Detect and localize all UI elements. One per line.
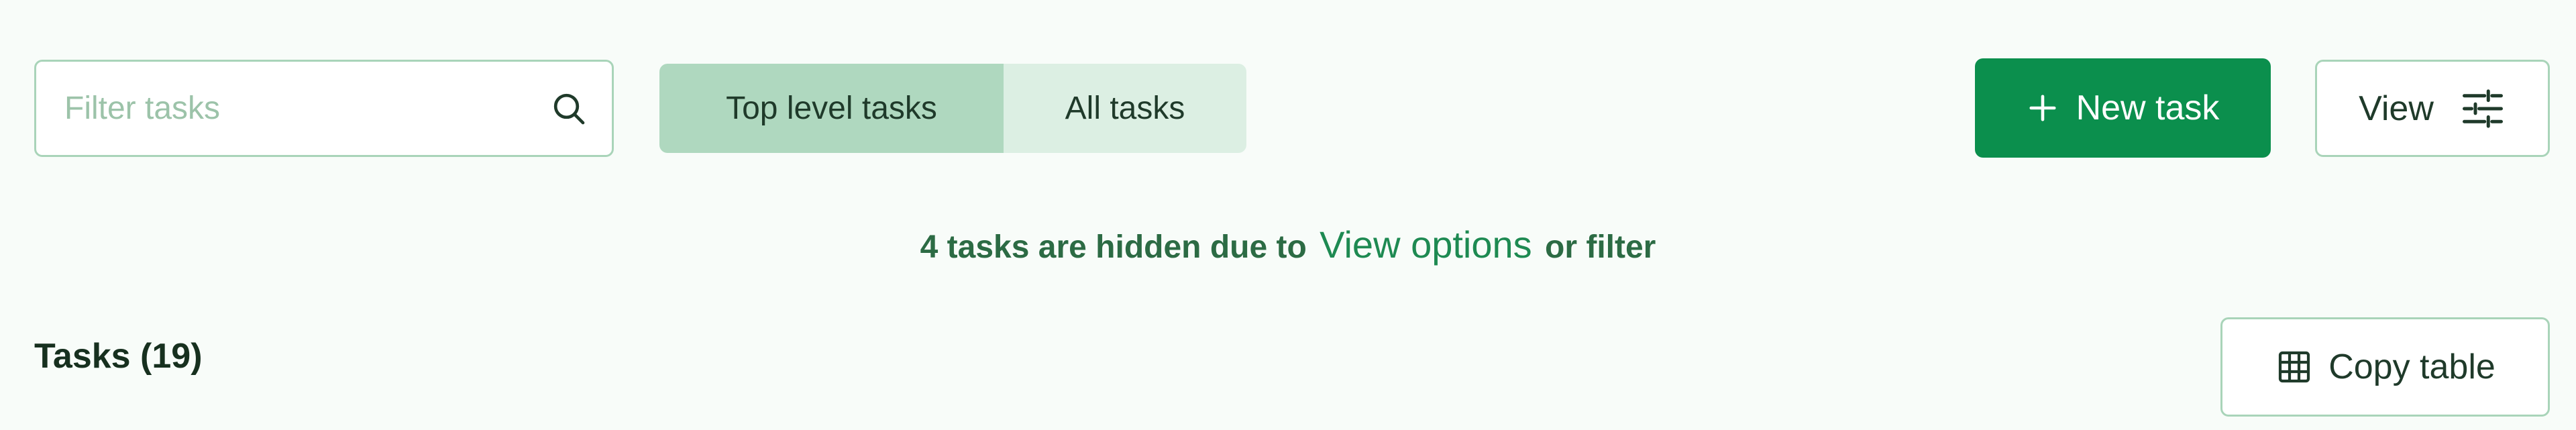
tab-all-tasks[interactable]: All tasks bbox=[1004, 64, 1246, 153]
view-options-button[interactable]: View bbox=[2315, 60, 2550, 157]
filter-field[interactable] bbox=[34, 60, 614, 157]
view-options-link[interactable]: View options bbox=[1320, 223, 1532, 266]
new-task-button[interactable]: New task bbox=[1975, 58, 2271, 158]
task-scope-toggle: Top level tasks All tasks bbox=[659, 64, 1246, 153]
tab-top-level-tasks[interactable]: Top level tasks bbox=[659, 64, 1004, 153]
new-task-button-label: New task bbox=[2076, 89, 2220, 127]
tab-top-level-tasks-label: Top level tasks bbox=[726, 91, 937, 126]
plus-icon bbox=[2027, 92, 2059, 124]
hidden-tasks-notice: 4 tasks are hidden due to View options o… bbox=[0, 218, 2576, 274]
tab-all-tasks-label: All tasks bbox=[1065, 91, 1185, 126]
notice-suffix: or filter bbox=[1545, 229, 1656, 265]
copy-table-button[interactable]: Copy table bbox=[2220, 317, 2550, 417]
view-button-label: View bbox=[2359, 89, 2434, 128]
tasks-heading: Tasks (19) bbox=[34, 337, 203, 376]
sliders-icon bbox=[2459, 85, 2506, 132]
notice-prefix: 4 tasks are hidden due to bbox=[920, 229, 1307, 265]
copy-table-button-label: Copy table bbox=[2328, 347, 2496, 386]
filter-tasks-input[interactable] bbox=[36, 62, 547, 155]
search-icon[interactable] bbox=[547, 87, 590, 130]
table-icon bbox=[2275, 347, 2314, 386]
